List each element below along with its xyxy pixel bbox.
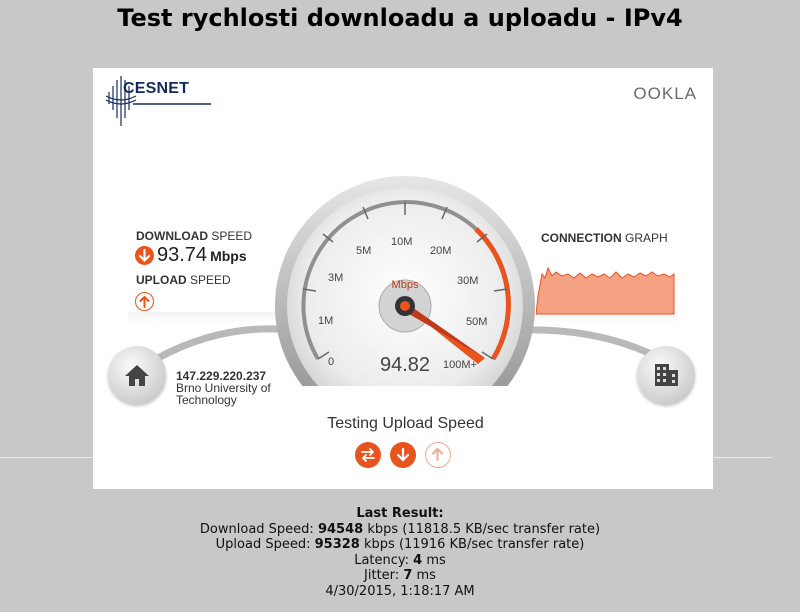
gauge-tick-100m: 100M+ [443,359,477,371]
gauge-tick-20m: 20M [430,245,452,257]
gauge-tick-30m: 30M [457,275,479,287]
arrow-down-icon[interactable] [390,442,416,468]
gauge-tick-1m: 1M [318,315,334,327]
latency-result-row: Latency: 4 ms [0,553,800,569]
speedtest-panel: CESNET OOKLA DOWNLOAD SPEED 93.74 Mbps UP… [93,68,713,489]
gauge-tick-3m: 3M [328,272,344,284]
result-timestamp: 4/30/2015, 1:18:17 AM [325,583,475,599]
page-title: Test rychlosti downloadu a uploadu - IPv… [117,4,683,32]
jitter-result-row: Jitter: 7 ms [0,568,800,584]
last-result-heading: Last Result: [356,506,444,521]
client-org-line2: Technology [176,393,237,407]
swap-arrows-icon[interactable] [355,442,381,468]
gauge-unit-label: Mbps [391,279,419,291]
latency-unit: ms [426,552,446,568]
gauge-tick-10m: 10M [391,236,413,248]
client-info: 147.229.220.237 Brno University of Techn… [176,370,271,406]
test-status: Testing Upload Speed [327,415,484,432]
download-result-rest: kbps (11818.5 KB/sec transfer rate) [367,521,601,537]
upload-result-row: Upload Speed: 95328 kbps (11916 KB/sec t… [0,537,800,553]
latency-value: 4 [413,552,423,568]
upload-result-label: Upload Speed: [215,537,311,553]
jitter-value: 7 [403,568,413,584]
arrow-up-icon[interactable] [425,442,451,468]
jitter-label: Jitter: [364,568,400,584]
building-icon [637,346,695,404]
download-result-row: Download Speed: 94548 kbps (11818.5 KB/s… [0,522,800,538]
jitter-unit: ms [416,568,436,584]
download-result-value: 94548 [317,521,364,537]
gauge-readout: 94.82 [379,354,431,376]
upload-result-value: 95328 [314,537,360,553]
gauge-tick-0: 0 [328,356,335,368]
gauge-tick-50m: 50M [466,316,488,328]
last-result-section: Last Result: Download Speed: 94548 kbps … [0,506,800,600]
gauge-tick-5m: 5M [356,245,372,257]
download-result-label: Download Speed: [199,521,314,537]
latency-label: Latency: [354,552,410,568]
upload-result-rest: kbps (11916 KB/sec transfer rate) [364,537,585,553]
home-icon [108,346,166,404]
